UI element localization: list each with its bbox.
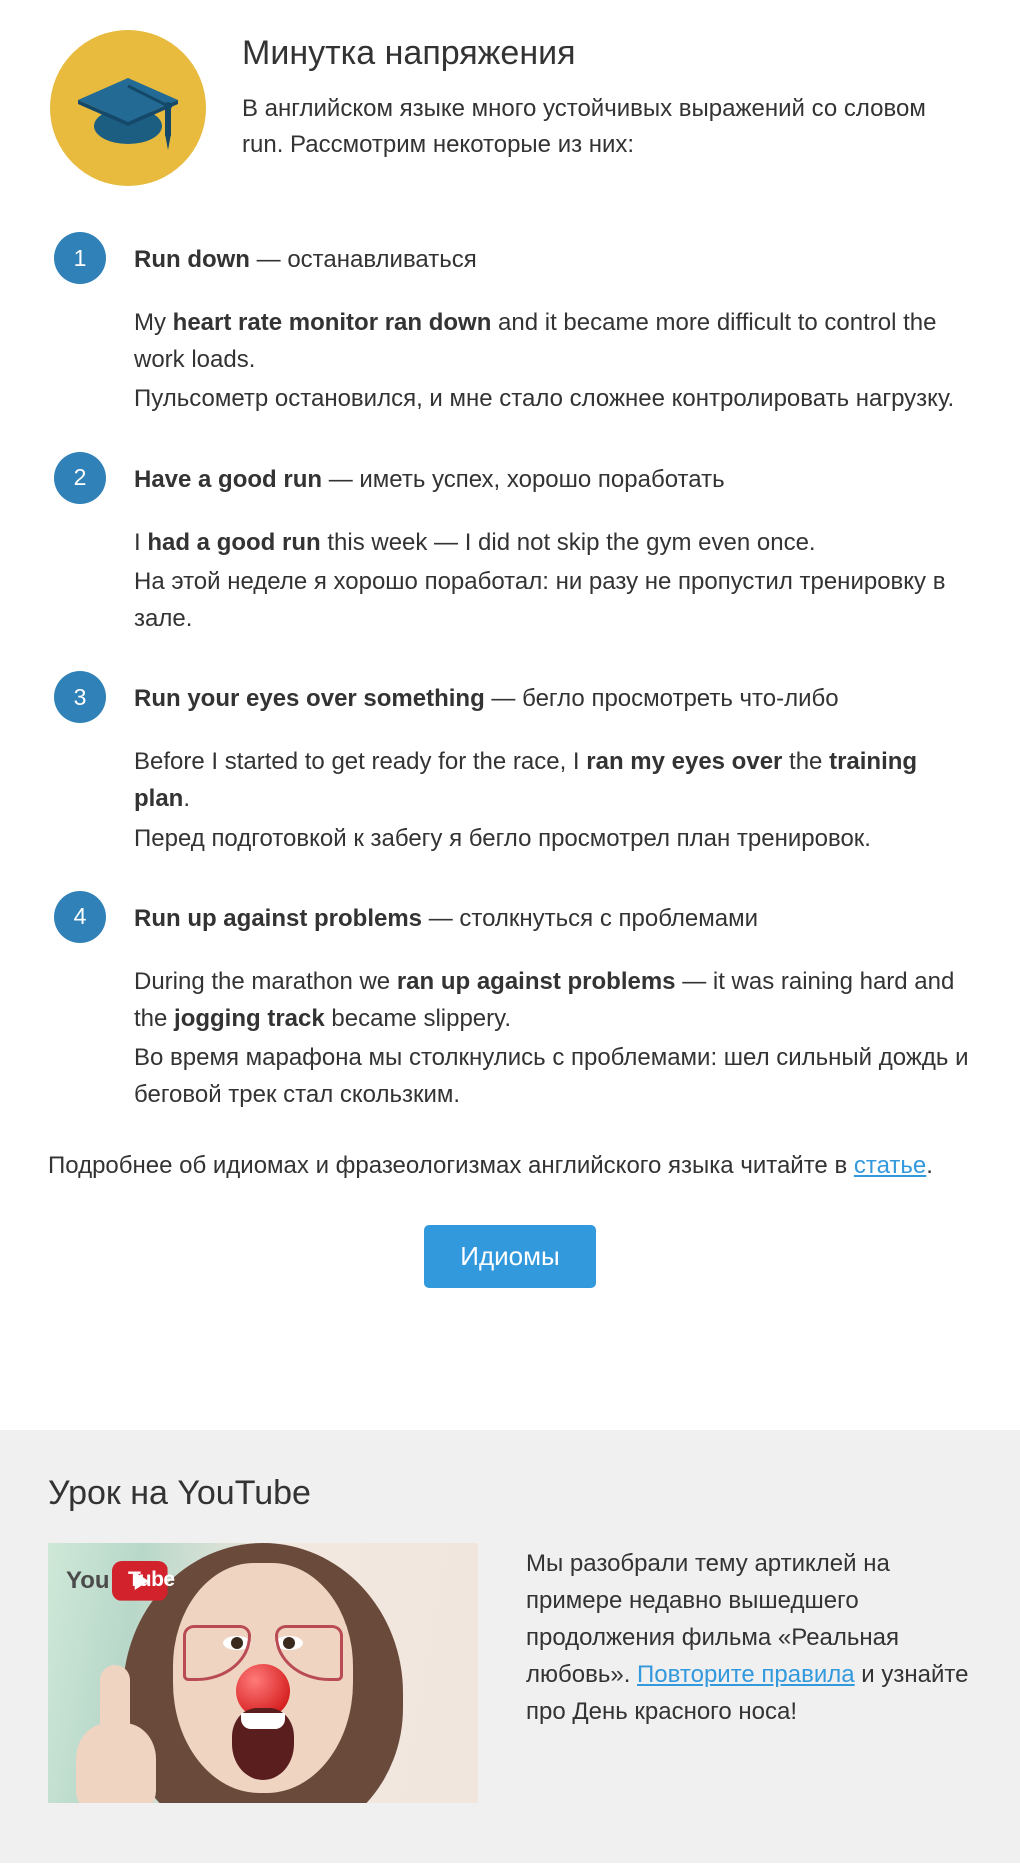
youtube-heading: Урок на YouTube [48,1474,972,1513]
youtube-section: Урок на YouTube You Tube [0,1430,1020,1863]
idiom-example: My heart rate monitor ran down and it be… [134,304,972,378]
idiom-definition: иметь успех, хорошо поработать [359,466,724,493]
cta-row: Идиомы [48,1225,972,1288]
article-link[interactable]: статье [854,1152,926,1179]
idioms-button[interactable]: Идиомы [424,1225,595,1288]
main-content: Минутка напряжения В английском языке мн… [0,0,1020,1348]
youtube-row: You Tube Мы разобрали тему артиклей на п… [48,1543,972,1803]
review-rules-link[interactable]: Повторите правила [637,1661,855,1688]
person-illustration [173,1563,353,1793]
idiom-definition: столкнуться с проблемами [459,905,758,932]
idiom-example: Before I started to get ready for the ra… [134,743,972,817]
number-badge: 4 [54,891,106,943]
number-badge: 3 [54,671,106,723]
idiom-item: 2 Have a good run — иметь успех, хорошо … [48,452,972,638]
footer-paragraph: Подробнее об идиомах и фразеологизмах ан… [48,1147,972,1184]
idiom-translation: Пульсометр остановился, и мне стало слож… [134,380,972,417]
idiom-term-line: Run up against problems — столкнуться с … [134,901,972,937]
page-title: Минутка напряжения [242,34,972,73]
idiom-item: 4 Run up against problems — столкнуться … [48,891,972,1114]
idiom-translation: Во время марафона мы столкнулись с пробл… [134,1039,972,1113]
youtube-logo-icon: You Tube [66,1561,168,1601]
idiom-body: Run up against problems — столкнуться с … [134,891,972,1114]
idiom-definition: бегло просмотреть что-либо [522,685,838,712]
page-intro: В английском языке много устойчивых выра… [242,91,972,163]
header-text: Минутка напряжения В английском языке мн… [242,28,972,163]
number-badge: 1 [54,232,106,284]
pointing-hand-icon [56,1663,176,1803]
youtube-thumbnail[interactable]: You Tube [48,1543,478,1803]
idiom-example: During the marathon we ran up against pr… [134,963,972,1037]
idiom-term-line: Run your eyes over something — бегло про… [134,681,972,717]
idiom-term-line: Run down — останавливаться [134,242,972,278]
idiom-definition: останавливаться [287,246,476,273]
idiom-body: Have a good run — иметь успех, хорошо по… [134,452,972,638]
idiom-term: Run down [134,246,250,273]
idiom-translation: Перед подготовкой к забегу я бегло просм… [134,820,972,857]
youtube-description: Мы разобрали тему артиклей на примере не… [526,1543,972,1731]
idiom-term: Run your eyes over something [134,685,485,712]
idiom-translation: На этой неделе я хорошо поработал: ни ра… [134,563,972,637]
idiom-example: I had a good run this week — I did not s… [134,524,972,561]
idiom-item: 3 Run your eyes over something — бегло п… [48,671,972,857]
idiom-term: Have a good run [134,466,322,493]
graduation-cap-icon [48,28,208,188]
idiom-term-line: Have a good run — иметь успех, хорошо по… [134,462,972,498]
idiom-body: Run down — останавливаться My heart rate… [134,232,972,418]
idiom-item: 1 Run down — останавливаться My heart ra… [48,232,972,418]
idiom-term: Run up against problems [134,905,422,932]
idiom-body: Run your eyes over something — бегло про… [134,671,972,857]
header-row: Минутка напряжения В английском языке мн… [48,28,972,188]
number-badge: 2 [54,452,106,504]
